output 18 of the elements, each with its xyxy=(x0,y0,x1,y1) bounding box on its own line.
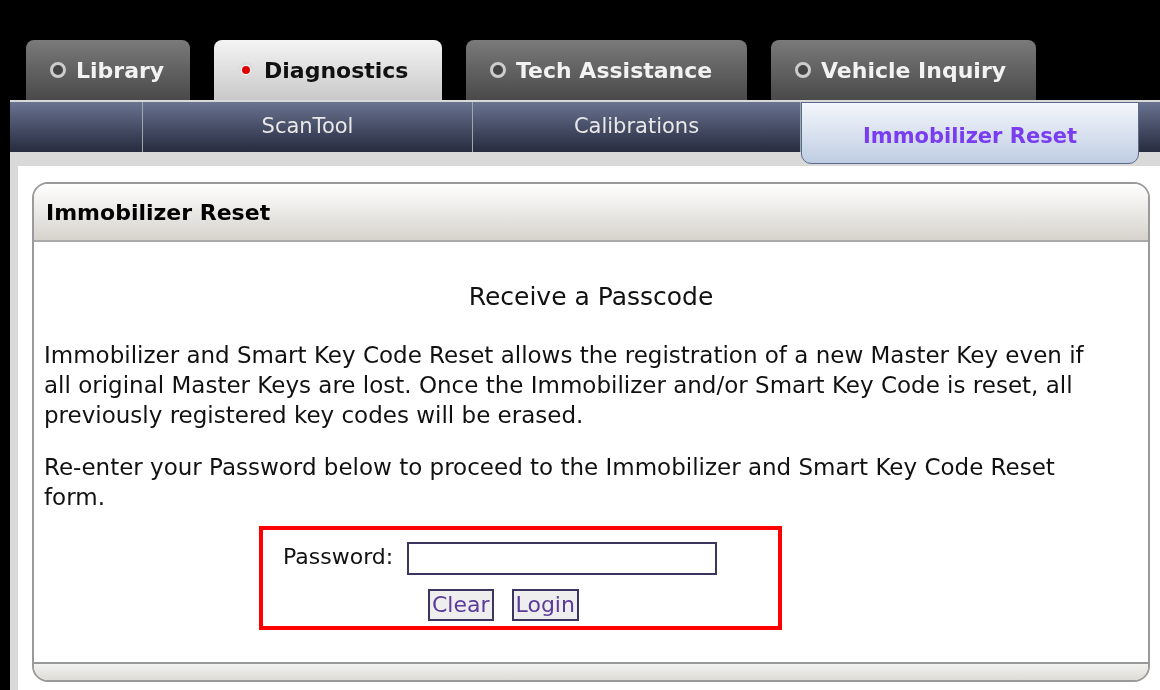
paragraph: Re-enter your Password below to proceed to the Immobilizer and Smart Key Code Reset form. xyxy=(44,453,1056,512)
radio-icon xyxy=(795,62,811,78)
password-label: Password: xyxy=(283,542,394,571)
paragraph: Immobilizer and Smart Key Code Reset allows the registration of a new Master Key even if all original Master Keys are lost. Once the Immobilizer and/or Smart Key Code is reset, all previously registered key codes will be erased. xyxy=(44,341,1085,430)
sub-tab[interactable]: ScanTool xyxy=(143,102,473,152)
main-tab[interactable]: Tech Assistance xyxy=(466,40,747,100)
radio-icon xyxy=(50,62,66,78)
main-tab[interactable]: Vehicle Inquiry xyxy=(771,40,1036,100)
main-tab[interactable]: Library xyxy=(26,40,190,100)
panel-title: Immobilizer Reset xyxy=(46,198,271,227)
radio-icon xyxy=(490,62,506,78)
form-button[interactable]: Clear xyxy=(428,589,494,621)
section-heading: Receive a Passcode xyxy=(468,282,714,312)
sub-tab[interactable]: Immobilizer Reset xyxy=(801,102,1139,164)
form-button[interactable]: Login xyxy=(511,589,579,621)
main-tab[interactable]: Diagnostics xyxy=(214,40,442,100)
password-field[interactable] xyxy=(407,542,718,575)
radio-icon xyxy=(238,62,254,78)
